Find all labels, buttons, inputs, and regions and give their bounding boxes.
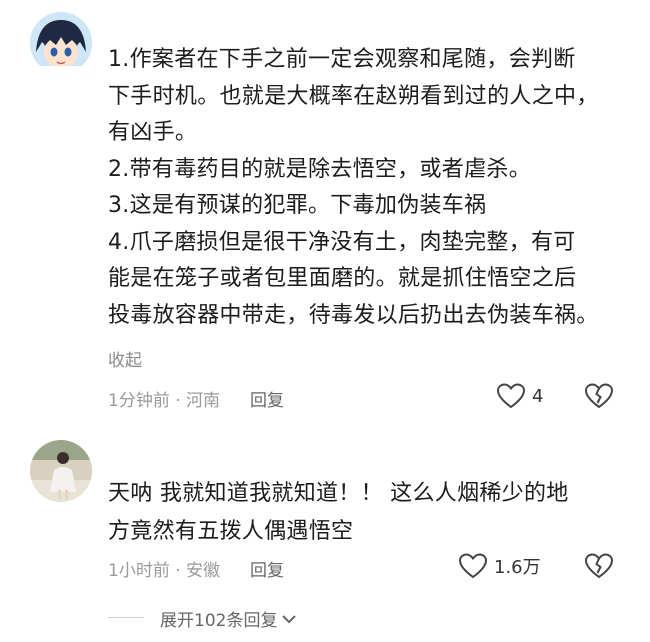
- comment-line: 投毒放容器中带走，待毒发以后扔出去伪装车祸。: [108, 302, 599, 328]
- comment-line: 方竟然有五拨人偶遇悟空: [108, 519, 354, 544]
- reply-button[interactable]: 回复: [250, 556, 284, 581]
- reply-button[interactable]: 回复: [250, 386, 284, 411]
- heart-outline-icon: [458, 553, 488, 579]
- comment-meta: 1分钟前 · 河南 回复: [108, 386, 284, 411]
- expand-replies-row: 展开102条回复: [0, 598, 650, 638]
- comment-line: 有凶手。: [108, 120, 198, 145]
- dislike-button[interactable]: [584, 382, 614, 414]
- like-button[interactable]: 1.6万: [458, 552, 541, 580]
- comment-meta: 1小时前 · 安徽 回复: [108, 556, 284, 581]
- chevron-down-icon: [282, 614, 297, 623]
- comment-line: 下手时机。也就是大概率在赵朔看到过的人之中，: [108, 83, 599, 109]
- comment-line: 4.爪子磨损但是很干净没有土，肉垫完整，有可: [108, 229, 576, 255]
- like-count: 1.6万: [494, 557, 541, 578]
- comment-text: 1.作案者在下手之前一定会观察和尾随，会判断 下手时机。也就是大概率在赵朔看到过…: [108, 42, 632, 334]
- comment-text: 天呐 我就知道我就知道！！ 这么人烟稀少的地 方竟然有五拨人偶遇悟空: [108, 475, 632, 551]
- anime-avatar-icon: [30, 12, 92, 74]
- comment-line: 1.作案者在下手之前一定会观察和尾随，会判断: [108, 47, 576, 72]
- broken-heart-icon: [584, 553, 614, 579]
- like-count: 4: [532, 385, 544, 407]
- divider: [108, 617, 144, 618]
- expand-replies-label: 展开102条回复: [160, 611, 278, 631]
- expand-replies-button[interactable]: 展开102条回复: [160, 606, 297, 631]
- photo-avatar-icon: [30, 440, 92, 502]
- timestamp-location: 1分钟前 · 河南: [108, 391, 221, 411]
- avatar[interactable]: [30, 12, 92, 74]
- comment-line: 3.这是有预谋的犯罪。下毒加伪装车祸: [108, 193, 487, 218]
- collapse-button[interactable]: 收起: [108, 346, 142, 371]
- dislike-button[interactable]: [584, 552, 614, 584]
- broken-heart-icon: [584, 383, 614, 409]
- comment-line: 能是在笼子或者包里面磨的。就是抓住悟空之后: [108, 266, 577, 291]
- avatar[interactable]: [30, 440, 92, 502]
- timestamp-location: 1小时前 · 安徽: [108, 561, 221, 581]
- like-button[interactable]: 4: [496, 382, 543, 410]
- comment-line: 天呐 我就知道我就知道！！ 这么人烟稀少的地: [108, 481, 569, 506]
- comment-line: 2.带有毒药目的就是除去悟空，或者虐杀。: [108, 156, 531, 182]
- heart-outline-icon: [496, 383, 526, 409]
